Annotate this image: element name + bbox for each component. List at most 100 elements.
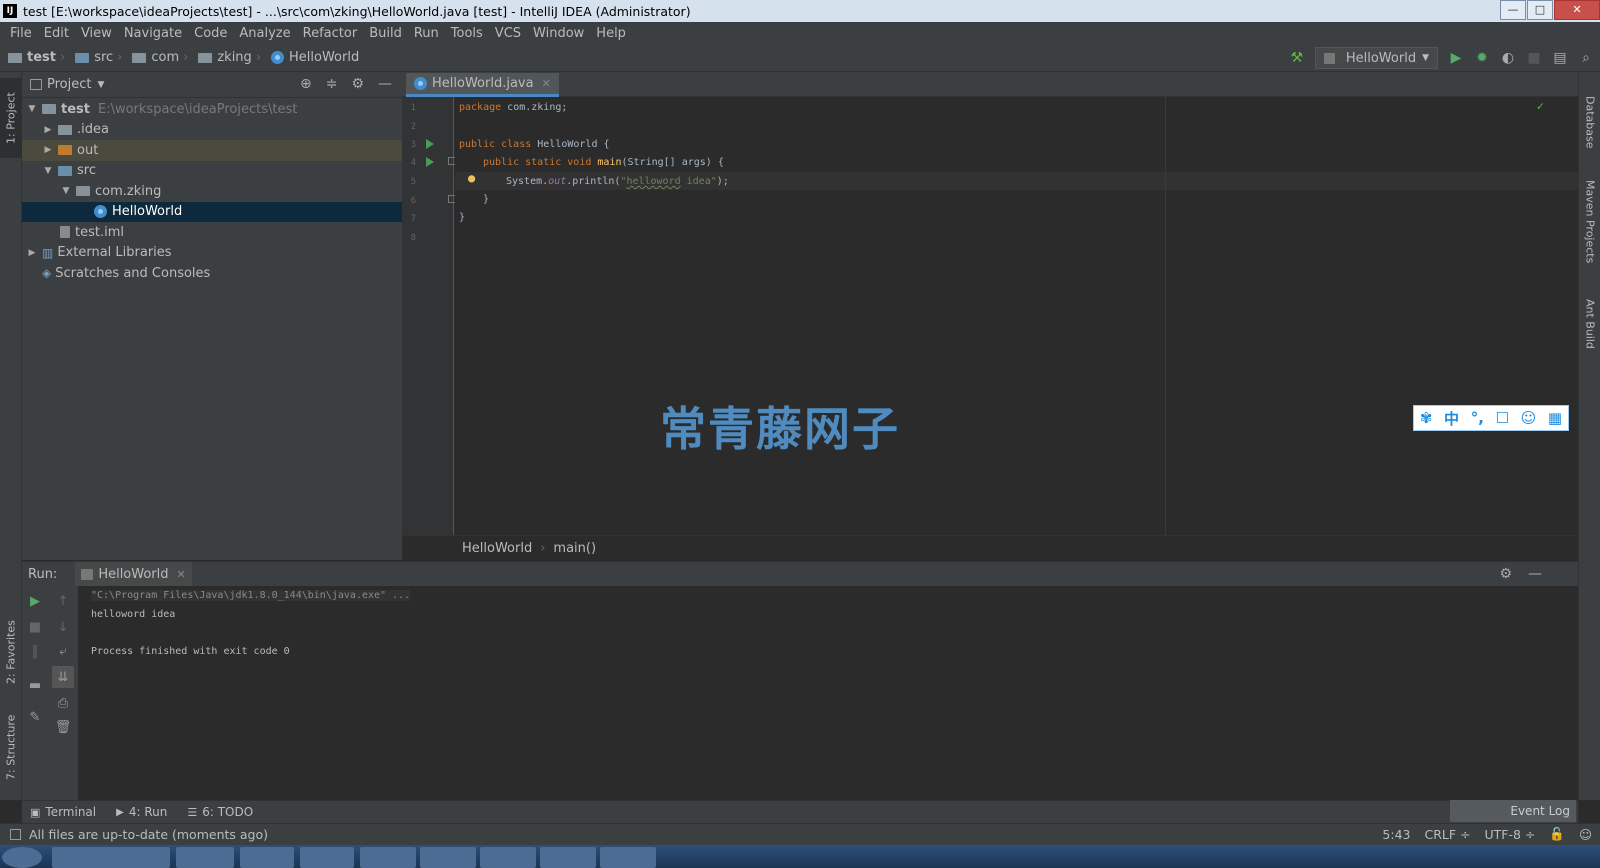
scroll-to-end-icon[interactable]: ⇊ xyxy=(52,666,74,688)
run-configuration-select[interactable]: HelloWorld ▼ xyxy=(1314,47,1438,69)
start-button[interactable] xyxy=(2,847,42,868)
close-tab-icon[interactable]: ✕ xyxy=(542,77,551,90)
breadcrumb-class[interactable]: HelloWorld xyxy=(271,50,359,65)
code-editor[interactable]: package com.zking; public class HelloWor… xyxy=(455,97,1578,535)
run-tab-helloworld[interactable]: HelloWorld ✕ xyxy=(75,561,192,587)
menu-build[interactable]: Build xyxy=(363,26,408,41)
menu-navigate[interactable]: Navigate xyxy=(118,26,188,41)
project-panel-title[interactable]: Project xyxy=(47,77,91,92)
print-icon[interactable]: ⎙ xyxy=(54,694,72,712)
menu-edit[interactable]: Edit xyxy=(38,26,75,41)
up-arrow-icon[interactable]: ↑ xyxy=(54,592,72,610)
tool-tab-favorites[interactable]: 2: Favorites xyxy=(0,607,22,697)
coverage-icon[interactable]: ◐ xyxy=(1500,50,1516,66)
expanded-arrow-icon[interactable]: ▼ xyxy=(60,186,72,196)
menu-vcs[interactable]: VCS xyxy=(489,26,527,41)
tool-tab-run[interactable]: ▶ 4: Run xyxy=(116,805,167,819)
lightbulb-icon[interactable]: ● xyxy=(468,171,475,185)
stop-icon[interactable]: ■ xyxy=(26,618,44,636)
ime-chinese-mode[interactable]: 中 xyxy=(1444,408,1459,429)
collapse-all-icon[interactable]: ≑ xyxy=(326,76,338,92)
build-hammer-icon[interactable]: ⚒ xyxy=(1289,50,1305,66)
tree-item-iml[interactable]: test.iml xyxy=(22,222,402,243)
inspection-ok-icon[interactable]: ✓ xyxy=(1537,99,1544,113)
menu-tools[interactable]: Tools xyxy=(445,26,489,41)
taskbar-app[interactable] xyxy=(540,847,596,868)
toggle-tool-windows-icon[interactable] xyxy=(10,829,21,840)
editor-tab-helloworld[interactable]: HelloWorld.java ✕ xyxy=(406,73,559,97)
tree-item-src[interactable]: ▼ src xyxy=(22,161,402,182)
run-class-gutter-icon[interactable] xyxy=(426,139,434,149)
soft-wrap-icon[interactable]: ⤶ xyxy=(54,642,72,660)
inspector-icon[interactable]: ☺ xyxy=(1579,827,1592,842)
tool-tab-terminal[interactable]: ▣ Terminal xyxy=(30,805,96,819)
taskbar-app[interactable] xyxy=(360,847,416,868)
search-everywhere-icon[interactable]: ⌕ xyxy=(1578,50,1594,66)
collapsed-arrow-icon[interactable]: ▶ xyxy=(42,145,54,155)
run-method-gutter-icon[interactable] xyxy=(426,157,434,167)
paw-logo-icon[interactable]: ✾ xyxy=(1420,409,1433,427)
hide-panel-icon[interactable]: — xyxy=(378,76,392,92)
close-button[interactable]: ✕ xyxy=(1554,0,1600,20)
menu-code[interactable]: Code xyxy=(188,26,233,41)
menu-file[interactable]: File xyxy=(4,26,38,41)
ime-keyboard[interactable]: ☐ xyxy=(1496,409,1509,427)
tool-tab-todo[interactable]: ☰ 6: TODO xyxy=(187,805,253,819)
breadcrumb-src[interactable]: src › xyxy=(75,50,126,65)
menu-help[interactable]: Help xyxy=(590,26,632,41)
tree-item-out[interactable]: ▶ out xyxy=(22,140,402,161)
taskbar-app[interactable] xyxy=(176,847,234,868)
menu-refactor[interactable]: Refactor xyxy=(297,26,364,41)
breadcrumb-zking[interactable]: zking › xyxy=(198,50,265,65)
expanded-arrow-icon[interactable]: ▼ xyxy=(42,166,54,176)
pause-icon[interactable]: ‖ xyxy=(26,642,44,660)
hide-panel-icon[interactable]: — xyxy=(1528,566,1542,582)
taskbar-app[interactable] xyxy=(600,847,656,868)
crumb-class[interactable]: HelloWorld xyxy=(462,541,532,556)
taskbar-app[interactable] xyxy=(52,847,170,868)
tree-item-scratches[interactable]: ◈ Scratches and Consoles xyxy=(22,263,402,284)
menu-run[interactable]: Run xyxy=(408,26,445,41)
taskbar-app[interactable] xyxy=(480,847,536,868)
menu-analyze[interactable]: Analyze xyxy=(233,26,296,41)
tree-item-idea[interactable]: ▶ .idea xyxy=(22,120,402,141)
restore-layout-icon[interactable]: ▬ xyxy=(26,676,44,694)
gear-icon[interactable]: ⚙ xyxy=(1499,566,1512,582)
rerun-icon[interactable]: ▶ xyxy=(26,592,44,610)
menu-window[interactable]: Window xyxy=(527,26,590,41)
maximize-button[interactable]: □ xyxy=(1527,0,1553,20)
tool-tab-project[interactable]: 1: Project xyxy=(0,78,22,158)
taskbar-app[interactable] xyxy=(300,847,354,868)
taskbar-app[interactable] xyxy=(420,847,476,868)
project-structure-icon[interactable]: ▤ xyxy=(1552,50,1568,66)
locate-crosshair-icon[interactable]: ⊕ xyxy=(300,76,312,92)
run-console[interactable]: "C:\Program Files\Java\jdk1.8.0_144\bin\… xyxy=(78,586,1578,800)
tree-item-helloworld[interactable]: HelloWorld xyxy=(22,201,402,222)
chevron-down-icon[interactable]: ▼ xyxy=(97,80,104,90)
crumb-method[interactable]: main() xyxy=(553,541,596,556)
run-icon[interactable]: ▶ xyxy=(1448,50,1464,66)
ime-punctuation[interactable]: °, xyxy=(1471,409,1484,427)
minimize-button[interactable]: — xyxy=(1500,0,1526,20)
ime-grid[interactable]: ▦ xyxy=(1548,409,1562,427)
pin-icon[interactable]: ✎ xyxy=(26,708,44,726)
tree-item-package[interactable]: ▼ com.zking xyxy=(22,181,402,202)
down-arrow-icon[interactable]: ↓ xyxy=(54,618,72,636)
file-encoding[interactable]: UTF-8 ÷ xyxy=(1485,827,1536,842)
taskbar-app[interactable] xyxy=(240,847,294,868)
menu-view[interactable]: View xyxy=(75,26,118,41)
tool-tab-maven[interactable]: Maven Projects xyxy=(1579,172,1600,272)
debug-bug-icon[interactable]: ✹ xyxy=(1474,50,1490,66)
trash-icon[interactable]: 🗑 xyxy=(54,718,72,736)
expanded-arrow-icon[interactable]: ▼ xyxy=(26,104,38,114)
breadcrumb-project[interactable]: test › xyxy=(8,50,69,65)
ime-user[interactable]: ☺ xyxy=(1521,409,1537,427)
lock-icon[interactable]: 🔓 xyxy=(1549,826,1565,842)
line-separator[interactable]: CRLF ÷ xyxy=(1424,827,1470,842)
collapsed-arrow-icon[interactable]: ▶ xyxy=(42,125,54,135)
event-log-button[interactable]: Event Log xyxy=(1450,800,1576,822)
collapsed-arrow-icon[interactable]: ▶ xyxy=(26,248,38,258)
breadcrumb-com[interactable]: com › xyxy=(132,50,192,65)
tree-item-external-libraries[interactable]: ▶ ▥ External Libraries xyxy=(22,243,402,264)
caret-position[interactable]: 5:43 xyxy=(1382,827,1410,842)
